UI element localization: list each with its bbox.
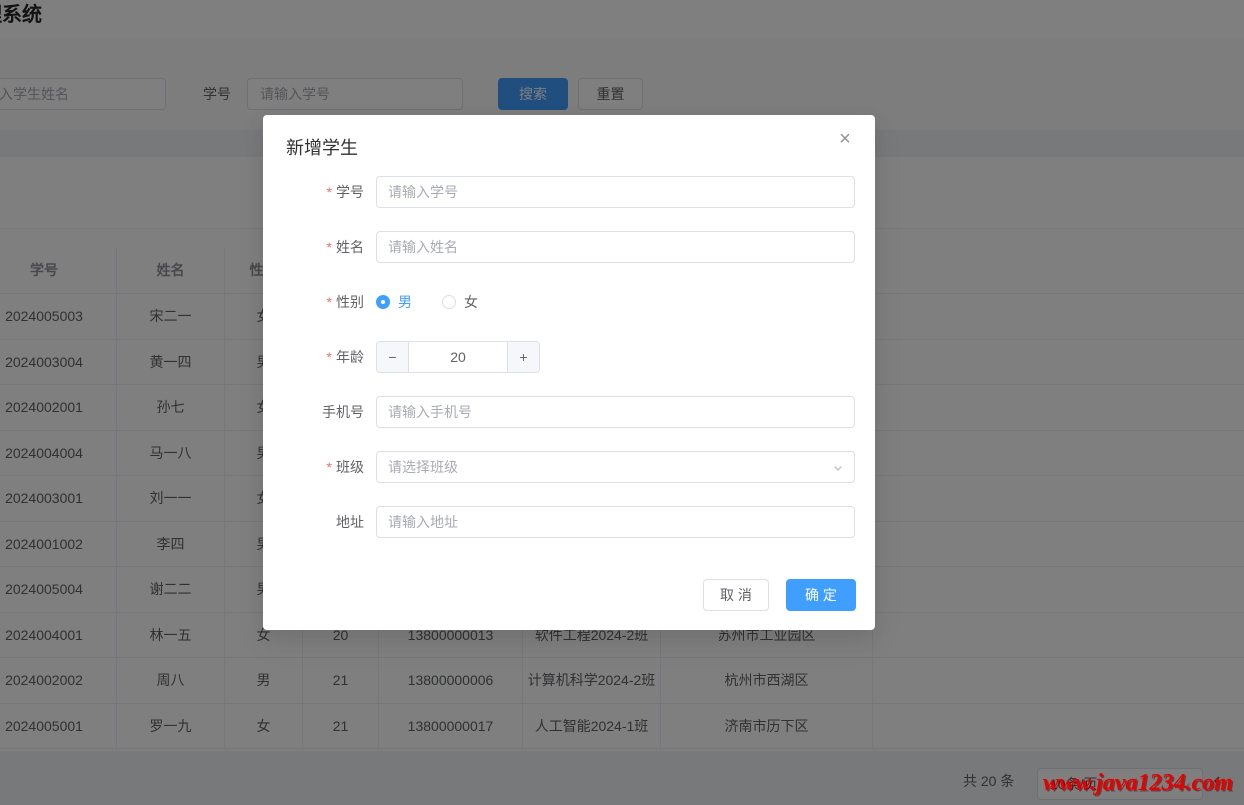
- radio-unselected-icon: [442, 295, 456, 309]
- sid-label: * 学号: [326, 184, 364, 200]
- increase-button[interactable]: +: [507, 342, 539, 372]
- class-select-placeholder: 请选择班级: [388, 459, 458, 475]
- gender-label: * 性别: [326, 294, 364, 310]
- cancel-button[interactable]: 取 消: [703, 579, 769, 611]
- add-student-dialog: 新增学生 × *学号 *姓名 *性别 男 女 *年龄: [263, 115, 875, 630]
- phone-label: 手机号: [322, 404, 364, 420]
- required-asterisk: *: [326, 239, 332, 255]
- sid-input[interactable]: [376, 176, 855, 208]
- gender-radio-female[interactable]: 女: [442, 292, 478, 312]
- form-row-gender: * 性别 男 女: [263, 286, 875, 318]
- dialog-title: 新增学生: [286, 138, 358, 158]
- age-label: * 年龄: [326, 349, 364, 365]
- required-asterisk: *: [326, 184, 332, 200]
- screen: 学生管理系统 学号 搜索 重置 学号姓名性别年龄手机号班级地址202400500…: [0, 0, 1244, 805]
- form-row-age: * 年龄 − 20 +: [263, 341, 875, 373]
- class-select[interactable]: 请选择班级: [376, 451, 855, 483]
- decrease-button[interactable]: −: [377, 342, 409, 372]
- confirm-button[interactable]: 确 定: [786, 579, 856, 611]
- gender-radio-group: 男 女: [376, 286, 478, 318]
- name-label: * 姓名: [326, 239, 364, 255]
- gender-radio-male[interactable]: 男: [376, 292, 412, 312]
- required-asterisk: *: [326, 349, 332, 365]
- phone-input[interactable]: [376, 396, 855, 428]
- form-row-class: * 班级 请选择班级: [263, 451, 875, 483]
- name-input[interactable]: [376, 231, 855, 263]
- address-label: 地址: [336, 514, 364, 530]
- chevron-down-icon: [834, 466, 842, 471]
- watermark-text: www.java1234.com: [1043, 770, 1233, 796]
- form-row-sid: * 学号: [263, 176, 875, 208]
- address-input[interactable]: [376, 506, 855, 538]
- form-row-phone: 手机号: [263, 396, 875, 428]
- age-value[interactable]: 20: [409, 342, 507, 372]
- age-stepper: − 20 +: [376, 341, 540, 373]
- form-row-address: 地址: [263, 506, 875, 538]
- dialog-footer: 取 消 确 定: [263, 579, 875, 611]
- close-icon[interactable]: ×: [833, 127, 857, 151]
- class-label: * 班级: [326, 459, 364, 475]
- radio-selected-icon: [376, 295, 390, 309]
- required-asterisk: *: [326, 459, 332, 475]
- required-asterisk: *: [326, 294, 332, 310]
- form-row-name: * 姓名: [263, 231, 875, 263]
